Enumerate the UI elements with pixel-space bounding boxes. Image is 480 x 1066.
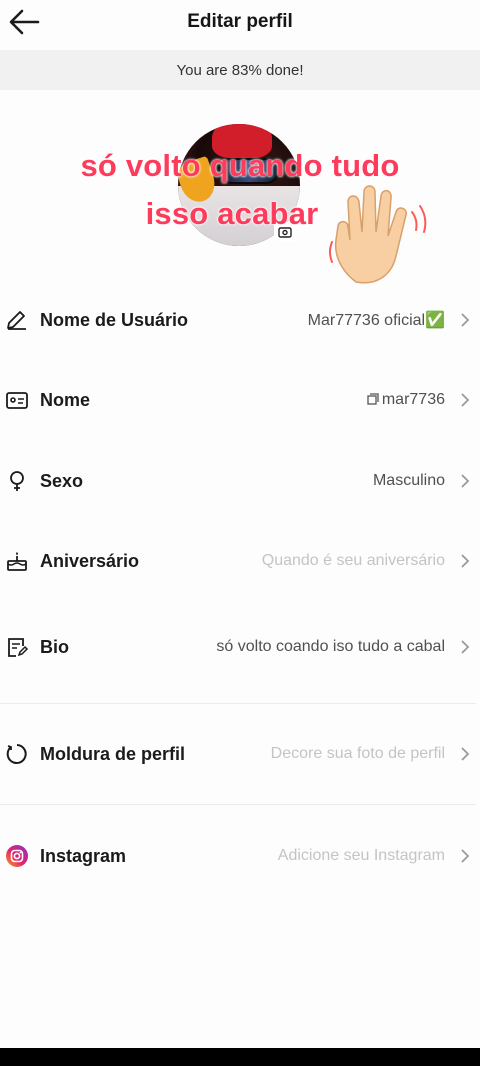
row-label: Nome de Usuário	[40, 309, 189, 330]
row-gender[interactable]: Sexo Masculino	[0, 451, 480, 511]
chevron-right-icon	[458, 393, 472, 407]
page-title: Editar perfil	[187, 11, 293, 32]
name-value: mar7736	[367, 391, 445, 409]
gender-icon	[5, 469, 29, 493]
cake-icon	[5, 549, 29, 573]
name-value-text: mar7736	[381, 391, 445, 408]
birthday-placeholder: Quando é seu aniversário	[261, 552, 445, 569]
row-label: Moldura de perfil	[40, 743, 186, 764]
id-card-icon	[5, 388, 29, 412]
instagram-placeholder: Adicione seu Instagram	[277, 847, 445, 864]
row-name[interactable]: Nome mar7736	[0, 370, 480, 430]
system-nav-bar	[0, 1048, 480, 1066]
chevron-right-icon	[458, 849, 472, 863]
instagram-icon	[5, 844, 29, 868]
row-label: Aniversário	[40, 550, 140, 571]
copy-icon	[367, 393, 379, 405]
row-profile-frame[interactable]: Moldura de perfil Decore sua foto de per…	[0, 724, 480, 784]
chevron-right-icon	[458, 474, 472, 488]
arrow-left-icon	[9, 9, 40, 35]
gender-value: Masculino	[372, 472, 445, 489]
frame-icon	[5, 742, 29, 766]
row-label: Bio	[40, 636, 69, 657]
pencil-icon	[5, 308, 29, 332]
username-value: Mar77736 oficial✅	[307, 312, 445, 329]
note-edit-icon	[5, 635, 29, 659]
row-bio[interactable]: Bio só volto coando iso tudo a cabal	[0, 617, 480, 677]
row-label: Sexo	[40, 470, 84, 491]
section-divider	[0, 804, 476, 805]
row-label: Nome	[40, 389, 91, 410]
frame-placeholder: Decore sua foto de perfil	[270, 745, 445, 762]
section-divider	[0, 703, 476, 704]
row-username[interactable]: Nome de Usuário Mar77736 oficial✅	[0, 290, 480, 350]
row-birthday[interactable]: Aniversário Quando é seu aniversário	[0, 531, 480, 591]
chevron-right-icon	[458, 747, 472, 761]
camera-icon[interactable]	[274, 222, 296, 242]
row-instagram[interactable]: Instagram Adicione seu Instagram	[0, 826, 480, 886]
bio-value: só volto coando iso tudo a cabal	[216, 638, 445, 655]
back-button[interactable]	[4, 2, 44, 42]
top-bar: Editar perfil	[0, 0, 480, 44]
waving-hand-icon	[329, 185, 427, 284]
row-label: Instagram	[40, 845, 127, 866]
chevron-right-icon	[458, 640, 472, 654]
chevron-right-icon	[458, 313, 472, 327]
chevron-right-icon	[458, 554, 472, 568]
profile-completion-banner: You are 83% done!	[0, 50, 480, 90]
